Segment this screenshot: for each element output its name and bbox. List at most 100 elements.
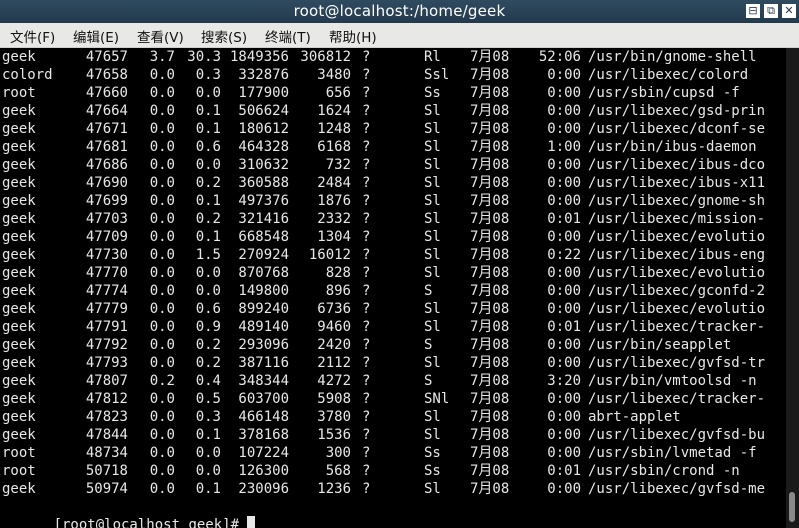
vsz-cell: 107224 (238, 445, 289, 461)
menu-view[interactable]: 查看(V) (137, 26, 184, 46)
time-cell: 0:01 (547, 319, 581, 335)
time-cell: 0:00 (547, 121, 581, 137)
mem-cell: 0.1 (195, 103, 221, 119)
tty-cell: ? (362, 463, 371, 479)
rss-cell: 1536 (317, 427, 351, 443)
stat-cell: Sl (424, 121, 441, 137)
start-cell: 7月08 (470, 229, 510, 245)
rss-cell: 1304 (317, 229, 351, 245)
tty-cell: ? (362, 409, 371, 425)
start-cell: 7月08 (470, 193, 510, 209)
minimize-icon[interactable]: ⊟ (746, 4, 760, 18)
tty-cell: ? (362, 211, 371, 227)
menu-file[interactable]: 文件(F) (10, 26, 55, 46)
start-cell: 7月08 (470, 139, 510, 155)
scrollbar-thumb[interactable] (789, 492, 795, 522)
user-cell: geek (2, 49, 36, 65)
process-row: geek 47686 0.0 0.0 310632 732? Sl 7月08 0:00/usr/… (0, 156, 786, 174)
maximize-icon[interactable]: ⧉ (764, 4, 778, 18)
process-row: geek 47823 0.0 0.3 466148 3780? Sl 7月08 0:00 abrt… (0, 408, 786, 426)
stat-cell: Sl (424, 139, 441, 155)
process-row: geek 47792 0.0 0.2 293096 2420? S 7月08 0:00/usr/… (0, 336, 786, 354)
start-cell: 7月08 (470, 319, 510, 335)
command-cell: /usr/libexec/gvfsd-tr (588, 355, 766, 371)
start-cell: 7月08 (470, 121, 510, 137)
command-cell: /usr/libexec/dconf-se (588, 121, 766, 137)
tty-cell: ? (362, 355, 371, 371)
user-cell: geek (2, 103, 36, 119)
pid-cell: 47681 (85, 139, 128, 155)
stat-cell: Ssl (424, 67, 450, 83)
process-row: geek 47807 0.2 0.4 348344 4272? S 7月08 3:20/usr/… (0, 372, 786, 390)
pid-cell: 47791 (85, 319, 128, 335)
title-bar[interactable]: root@localhost:/home/geek ⊟ ⧉ ✕ (0, 0, 799, 23)
pid-cell: 47664 (85, 103, 128, 119)
rss-cell: 1248 (317, 121, 351, 137)
pid-cell: 50718 (85, 463, 128, 479)
cpu-cell: 0.0 (149, 121, 175, 137)
prompt-line[interactable]: [root@localhost geek]# (3, 498, 256, 528)
start-cell: 7月08 (470, 355, 510, 371)
window-title: root@localhost:/home/geek (293, 2, 506, 20)
time-cell: 0:00 (547, 193, 581, 209)
time-cell: 0:00 (547, 175, 581, 191)
command-cell: /usr/libexec/gvfsd-me (588, 481, 766, 497)
user-cell: geek (2, 355, 36, 371)
pid-cell: 47792 (85, 337, 128, 353)
user-cell: geek (2, 283, 36, 299)
pid-cell: 47774 (85, 283, 128, 299)
stat-cell: SNl (424, 391, 450, 407)
pid-cell: 50974 (85, 481, 128, 497)
user-cell: geek (2, 175, 36, 191)
vsz-cell: 310632 (238, 157, 289, 173)
time-cell: 0:00 (547, 103, 581, 119)
menu-search[interactable]: 搜索(S) (201, 26, 247, 46)
pid-cell: 47730 (85, 247, 128, 263)
command-cell: /usr/libexec/evolutio (588, 265, 766, 281)
rss-cell: 732 (325, 157, 351, 173)
scrollbar[interactable] (786, 48, 799, 528)
start-cell: 7月08 (470, 427, 510, 443)
menu-terminal[interactable]: 终端(T) (265, 26, 311, 46)
start-cell: 7月08 (470, 481, 510, 497)
tty-cell: ? (362, 445, 371, 461)
rss-cell: 3480 (317, 67, 351, 83)
cpu-cell: 0.0 (149, 193, 175, 209)
start-cell: 7月08 (470, 283, 510, 299)
process-row: colord 47658 0.0 0.3 332876 3480? Ssl 7月08 0:00 /… (0, 66, 786, 84)
start-cell: 7月08 (470, 103, 510, 119)
mem-cell: 30.3 (187, 49, 221, 65)
mem-cell: 0.1 (195, 193, 221, 209)
menu-bar: 文件(F) 编辑(E) 查看(V) 搜索(S) 终端(T) 帮助(H) (0, 23, 799, 48)
terminal-output[interactable]: geek 47657 3.7 30.3 1849356 306812? Rl 7月08 52:0… (0, 48, 786, 528)
command-cell: /usr/libexec/gconfd-2 (588, 283, 766, 299)
process-row: root 50718 0.0 0.0 126300 568? Ss 7月08 0:01/usr/… (0, 462, 786, 480)
mem-cell: 0.1 (195, 121, 221, 137)
command-cell: /usr/libexec/ibus-dco (588, 157, 766, 173)
time-cell: 0:00 (547, 445, 581, 461)
cpu-cell: 0.0 (149, 211, 175, 227)
vsz-cell: 360588 (238, 175, 289, 191)
user-cell: geek (2, 229, 36, 245)
user-cell: geek (2, 265, 36, 281)
menu-edit[interactable]: 编辑(E) (73, 26, 119, 46)
vsz-cell: 466148 (238, 409, 289, 425)
process-row: geek 47709 0.0 0.1 668548 1304? Sl 7月08 0:00/usr… (0, 228, 786, 246)
user-cell: geek (2, 193, 36, 209)
menu-help[interactable]: 帮助(H) (329, 26, 377, 46)
mem-cell: 1.5 (195, 247, 221, 263)
stat-cell: Sl (424, 247, 441, 263)
time-cell: 0:00 (547, 391, 581, 407)
rss-cell: 300 (325, 445, 351, 461)
pid-cell: 47793 (85, 355, 128, 371)
stat-cell: Ss (424, 445, 441, 461)
mem-cell: 0.3 (195, 67, 221, 83)
user-cell: geek (2, 319, 36, 335)
process-row: geek 47681 0.0 0.6 464328 6168? Sl 7月08 1:00/usr… (0, 138, 786, 156)
rss-cell: 1624 (317, 103, 351, 119)
pid-cell: 47686 (85, 157, 128, 173)
process-row: root 48734 0.0 0.0 107224 300? Ss 7月08 0:00/usr/… (0, 444, 786, 462)
close-icon[interactable]: ✕ (782, 4, 796, 18)
mem-cell: 0.0 (195, 157, 221, 173)
command-cell: /usr/sbin/cupsd -f (588, 85, 740, 101)
